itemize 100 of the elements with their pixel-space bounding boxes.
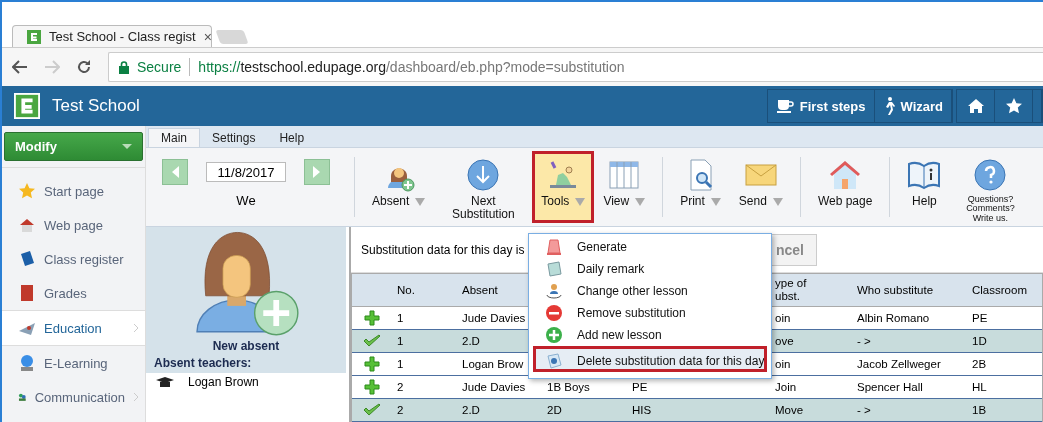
tab-title: Test School - Class regist (49, 29, 196, 44)
table-cell: 1B Boys (547, 381, 590, 393)
ribbon-button[interactable]: Help (898, 151, 951, 223)
secure-label: Secure (137, 59, 182, 75)
lock-icon (119, 60, 129, 74)
sidebar-item[interactable]: Communication (2, 380, 145, 414)
table-cell: 2B (972, 358, 987, 370)
question-icon (973, 158, 1008, 192)
menu-item[interactable]: Remove substitution (529, 302, 771, 324)
ribbon-button[interactable]: Questions? Comments? Write us. (950, 151, 1031, 223)
address-field[interactable]: Secure https://testschool.edupage.org/dashboard/eb.php?mode=substitution (108, 52, 1043, 82)
sidebar-item[interactable]: Education (2, 310, 145, 346)
plus-icon (364, 310, 380, 326)
reload-icon[interactable] (76, 59, 92, 75)
url-text: https://testschool.edupage.org/dashboard/eb.php?mode=substitution (198, 59, 625, 75)
sidebar-item[interactable]: Grades (2, 276, 145, 310)
ribbon-button[interactable]: Send (729, 151, 792, 223)
star-icon (1004, 97, 1023, 115)
table-cell: Albin Romano (857, 312, 930, 324)
table-cell: Spencer Hall (857, 381, 923, 393)
ribbon-tab[interactable]: Help (267, 128, 317, 147)
column-header: No. (397, 283, 415, 297)
column-header: Classroom (972, 283, 1027, 297)
graduation-cap-icon (156, 377, 174, 387)
table-cell: Jacob Zellweger (857, 358, 941, 370)
weekday-label: We (236, 193, 256, 208)
coffee-cup-icon (775, 99, 794, 113)
ribbon-tab[interactable]: Settings (200, 128, 268, 147)
school-name: Test School (52, 96, 140, 116)
ribbon-tab[interactable]: Main (148, 128, 200, 147)
checkmark-icon (363, 334, 381, 348)
close-icon[interactable]: × (203, 28, 212, 45)
menu-item-icon (18, 354, 36, 372)
caret-icon (122, 144, 132, 149)
ribbon-button[interactable]: Web page (808, 151, 882, 223)
house-icon (828, 158, 863, 192)
menu-item[interactable]: Daily remark (529, 258, 771, 280)
table-cell: 1B (972, 404, 987, 416)
table-cell: PE (972, 312, 988, 324)
add-icon (545, 326, 563, 344)
table-cell: oin (775, 312, 791, 324)
column-header: Absent (462, 283, 498, 297)
checkmark-icon (363, 403, 381, 417)
menu-item-icon (18, 284, 36, 302)
table-cell: 2.D (462, 335, 480, 347)
table-cell: 2D (547, 404, 562, 416)
table-cell: HL (972, 381, 987, 393)
table-cell: Jude Davies (462, 312, 526, 324)
table-cell: 2 (397, 404, 404, 416)
browser-tab[interactable]: Test School - Class regist × (12, 25, 212, 47)
menu-item[interactable]: Delete substitution data for this day (533, 346, 767, 372)
table-cell: 1 (397, 335, 404, 347)
plus-icon (364, 379, 380, 395)
ribbon-button[interactable]: Next Substitution (434, 151, 533, 223)
new-absent-button[interactable]: New absent (146, 227, 346, 353)
table-cell: PE (632, 381, 648, 393)
menu-item-icon (18, 216, 36, 234)
notice-text: Substitution data for this day is (361, 242, 525, 257)
column-header: ype of ubst. (775, 277, 808, 303)
table-cell: 2.D (462, 404, 480, 416)
right-arrow-icon (312, 165, 322, 179)
menu-item-icon (18, 250, 36, 268)
logo-icon (27, 29, 41, 44)
new-absent-label: New absent (212, 339, 280, 353)
modify-button[interactable]: Modify (4, 132, 143, 161)
siren-icon (545, 238, 563, 256)
table-cell: Join (775, 381, 797, 393)
menu-item[interactable]: Generate (529, 236, 771, 258)
home-icon (966, 98, 985, 114)
table-cell: Logan Brow (462, 358, 524, 370)
table-cell: - > (857, 404, 871, 416)
person-swap-icon (545, 282, 563, 300)
table-cell: oin (775, 358, 791, 370)
menu-item-icon (18, 182, 36, 200)
table-cell: 1 (397, 358, 404, 370)
back-icon[interactable] (12, 60, 28, 74)
plus-icon (364, 356, 380, 372)
ribbon-button[interactable]: Print (671, 151, 730, 223)
sidebar-item[interactable]: Start page (2, 174, 145, 208)
ribbon-button[interactable]: View (594, 151, 655, 223)
note-icon (545, 260, 563, 278)
menu-item[interactable]: Change other lesson (529, 280, 771, 302)
sidebar-item[interactable]: E-Learning (2, 346, 145, 380)
table-cell: Jude Davies (462, 381, 526, 393)
logo-icon (14, 93, 40, 119)
ribbon-button[interactable]: Tools (532, 151, 595, 223)
sidebar-item[interactable]: Web page (2, 208, 145, 242)
section-heading: Absent teachers: (153, 355, 253, 372)
ribbon-button[interactable]: Absent (363, 151, 435, 223)
table-cell: 1 (397, 312, 404, 324)
table-cell: 1D (972, 335, 987, 347)
table-icon (607, 158, 642, 192)
menu-item[interactable]: Add new lesson (529, 324, 771, 346)
table-cell: Move (775, 404, 804, 416)
date-field[interactable]: 11/8/2017 (206, 162, 286, 182)
delete-data-icon (545, 351, 563, 370)
remove-icon (545, 304, 563, 322)
sidebar-item[interactable]: Class register (2, 242, 145, 276)
table-cell: 2 (397, 381, 404, 393)
column-header: Who substitute (857, 283, 934, 297)
